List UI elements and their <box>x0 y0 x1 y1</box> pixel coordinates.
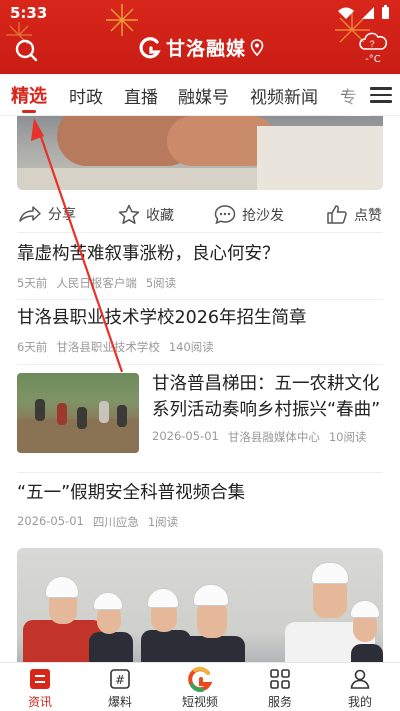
list-item[interactable]: 甘洛县职业技术学校2026年招生简章 6天前 甘洛县职业技术学校 140阅读 <box>17 305 383 355</box>
nav-news[interactable]: 资讯 <box>10 667 70 710</box>
favorite-button[interactable]: 收藏 <box>118 204 174 225</box>
nav-label: 短视频 <box>181 695 218 709</box>
list-item[interactable]: 靠虚构苦难叙事涨粉，良心何安？ 5天前 人民日报客户端 5阅读 <box>17 241 383 291</box>
article-actions: 分享 收藏 抢沙发 点赞 <box>0 196 400 232</box>
channel-tabs: 精选 时政 直播 融媒号 视频新闻 专 <box>0 74 400 116</box>
divider <box>17 232 383 233</box>
svg-text:#: # <box>115 673 125 687</box>
article-reads: 1阅读 <box>147 515 179 529</box>
tab-video-news[interactable]: 视频新闻 <box>250 83 318 108</box>
app-logo-mark-icon <box>139 36 161 58</box>
article-date: 2026-05-01 <box>152 429 219 443</box>
article-title: 甘洛县职业技术学校2026年招生简章 <box>17 308 307 328</box>
article-source: 甘洛县融媒体中心 <box>227 430 320 444</box>
app-header: 5:33 甘洛融媒 ? -°C <box>0 0 400 74</box>
like-button[interactable]: 点赞 <box>326 204 382 225</box>
article-reads: 140阅读 <box>168 340 214 354</box>
weather-symbol: ? <box>369 39 374 49</box>
tabs-fade-overlay <box>330 74 370 116</box>
status-time: 5:33 <box>10 4 48 22</box>
article-meta: 5天前 人民日报客户端 5阅读 <box>17 275 383 291</box>
article-date: 6天前 <box>17 340 48 354</box>
status-icons <box>337 5 390 20</box>
article-reads: 10阅读 <box>328 430 367 444</box>
share-button[interactable]: 分享 <box>18 204 76 224</box>
comment-icon <box>214 205 236 225</box>
article-date: 2026-05-01 <box>17 514 84 528</box>
nav-label: 服务 <box>267 695 292 709</box>
article-thumbnail[interactable] <box>17 373 139 453</box>
grid-icon <box>270 669 290 689</box>
nav-label: 资讯 <box>27 695 52 709</box>
article-source: 甘洛县职业技术学校 <box>56 340 160 354</box>
like-label: 点赞 <box>354 207 382 224</box>
wifi-icon <box>338 7 354 19</box>
short-video-logo-icon <box>188 666 213 692</box>
weather-widget[interactable]: ? -°C <box>358 30 388 70</box>
article-title: “五一”假期安全科普视频合集 <box>17 483 246 503</box>
list-item[interactable]: 甘洛普昌梯田：五一农耕文化系列活动奏响乡村振兴“春曲” 2026-05-01 甘… <box>152 371 384 445</box>
tab-media-accounts[interactable]: 融媒号 <box>178 83 229 108</box>
signal-icon <box>362 6 374 19</box>
cloud-icon: ? <box>359 32 388 50</box>
divider <box>17 299 383 300</box>
weather-temperature: -°C <box>365 54 381 65</box>
comment-button[interactable]: 抢沙发 <box>214 204 284 225</box>
nav-label: 我的 <box>347 695 372 709</box>
share-label: 分享 <box>48 207 76 223</box>
video-cover-image[interactable] <box>17 548 383 662</box>
battery-icon <box>382 5 389 19</box>
article-meta: 2026-05-01 甘洛县融媒体中心 10阅读 <box>152 429 384 445</box>
divider <box>17 364 383 365</box>
article-meta: 6天前 甘洛县职业技术学校 140阅读 <box>17 339 383 355</box>
article-source: 四川应急 <box>92 515 139 529</box>
article-source: 人民日报客户端 <box>56 276 137 290</box>
article-title: 靠虚构苦难叙事涨粉，良心何安？ <box>17 244 280 264</box>
article-date: 5天前 <box>17 276 48 290</box>
search-button[interactable] <box>12 36 40 64</box>
article-meta: 2026-05-01 四川应急 1阅读 <box>17 514 383 530</box>
nav-services[interactable]: 服务 <box>250 667 310 710</box>
featured-image[interactable] <box>17 116 383 190</box>
nav-short-video[interactable]: 短视频 <box>170 666 230 710</box>
location-pin-icon[interactable] <box>250 38 264 57</box>
tab-featured[interactable]: 精选 <box>11 82 47 108</box>
search-icon <box>15 39 38 62</box>
news-icon <box>30 669 50 689</box>
favorite-label: 收藏 <box>146 207 174 224</box>
app-logo: 甘洛融媒 <box>138 34 264 61</box>
active-tab-indicator <box>22 110 36 113</box>
article-title: 甘洛普昌梯田：五一农耕文化系列活动奏响乡村振兴“春曲” <box>152 374 381 420</box>
tipoff-icon: # <box>110 669 130 689</box>
tab-live[interactable]: 直播 <box>124 83 158 108</box>
nav-profile[interactable]: 我的 <box>330 667 390 710</box>
divider <box>17 472 383 473</box>
star-icon <box>118 204 140 224</box>
thumbs-up-icon <box>327 205 347 224</box>
tab-politics[interactable]: 时政 <box>69 83 103 108</box>
bottom-navigation: 资讯 # 爆料 短视频 服务 我的 <box>0 662 400 711</box>
nav-label: 爆料 <box>107 695 132 709</box>
share-icon <box>19 206 41 222</box>
comment-label: 抢沙发 <box>242 207 284 224</box>
profile-icon <box>350 669 370 689</box>
menu-icon <box>370 87 392 90</box>
status-bar: 5:33 <box>0 0 400 28</box>
nav-tipoff[interactable]: # 爆料 <box>90 667 150 710</box>
news-feed[interactable]: 分享 收藏 抢沙发 点赞 靠虚构苦难叙事涨粉，良心何安？ 5天前 人民日报客户端… <box>0 116 400 662</box>
list-item[interactable]: “五一”假期安全科普视频合集 2026-05-01 四川应急 1阅读 <box>17 480 383 530</box>
channel-menu-button[interactable] <box>370 84 392 106</box>
article-reads: 5阅读 <box>145 276 177 290</box>
app-title: 甘洛融媒 <box>166 38 247 60</box>
